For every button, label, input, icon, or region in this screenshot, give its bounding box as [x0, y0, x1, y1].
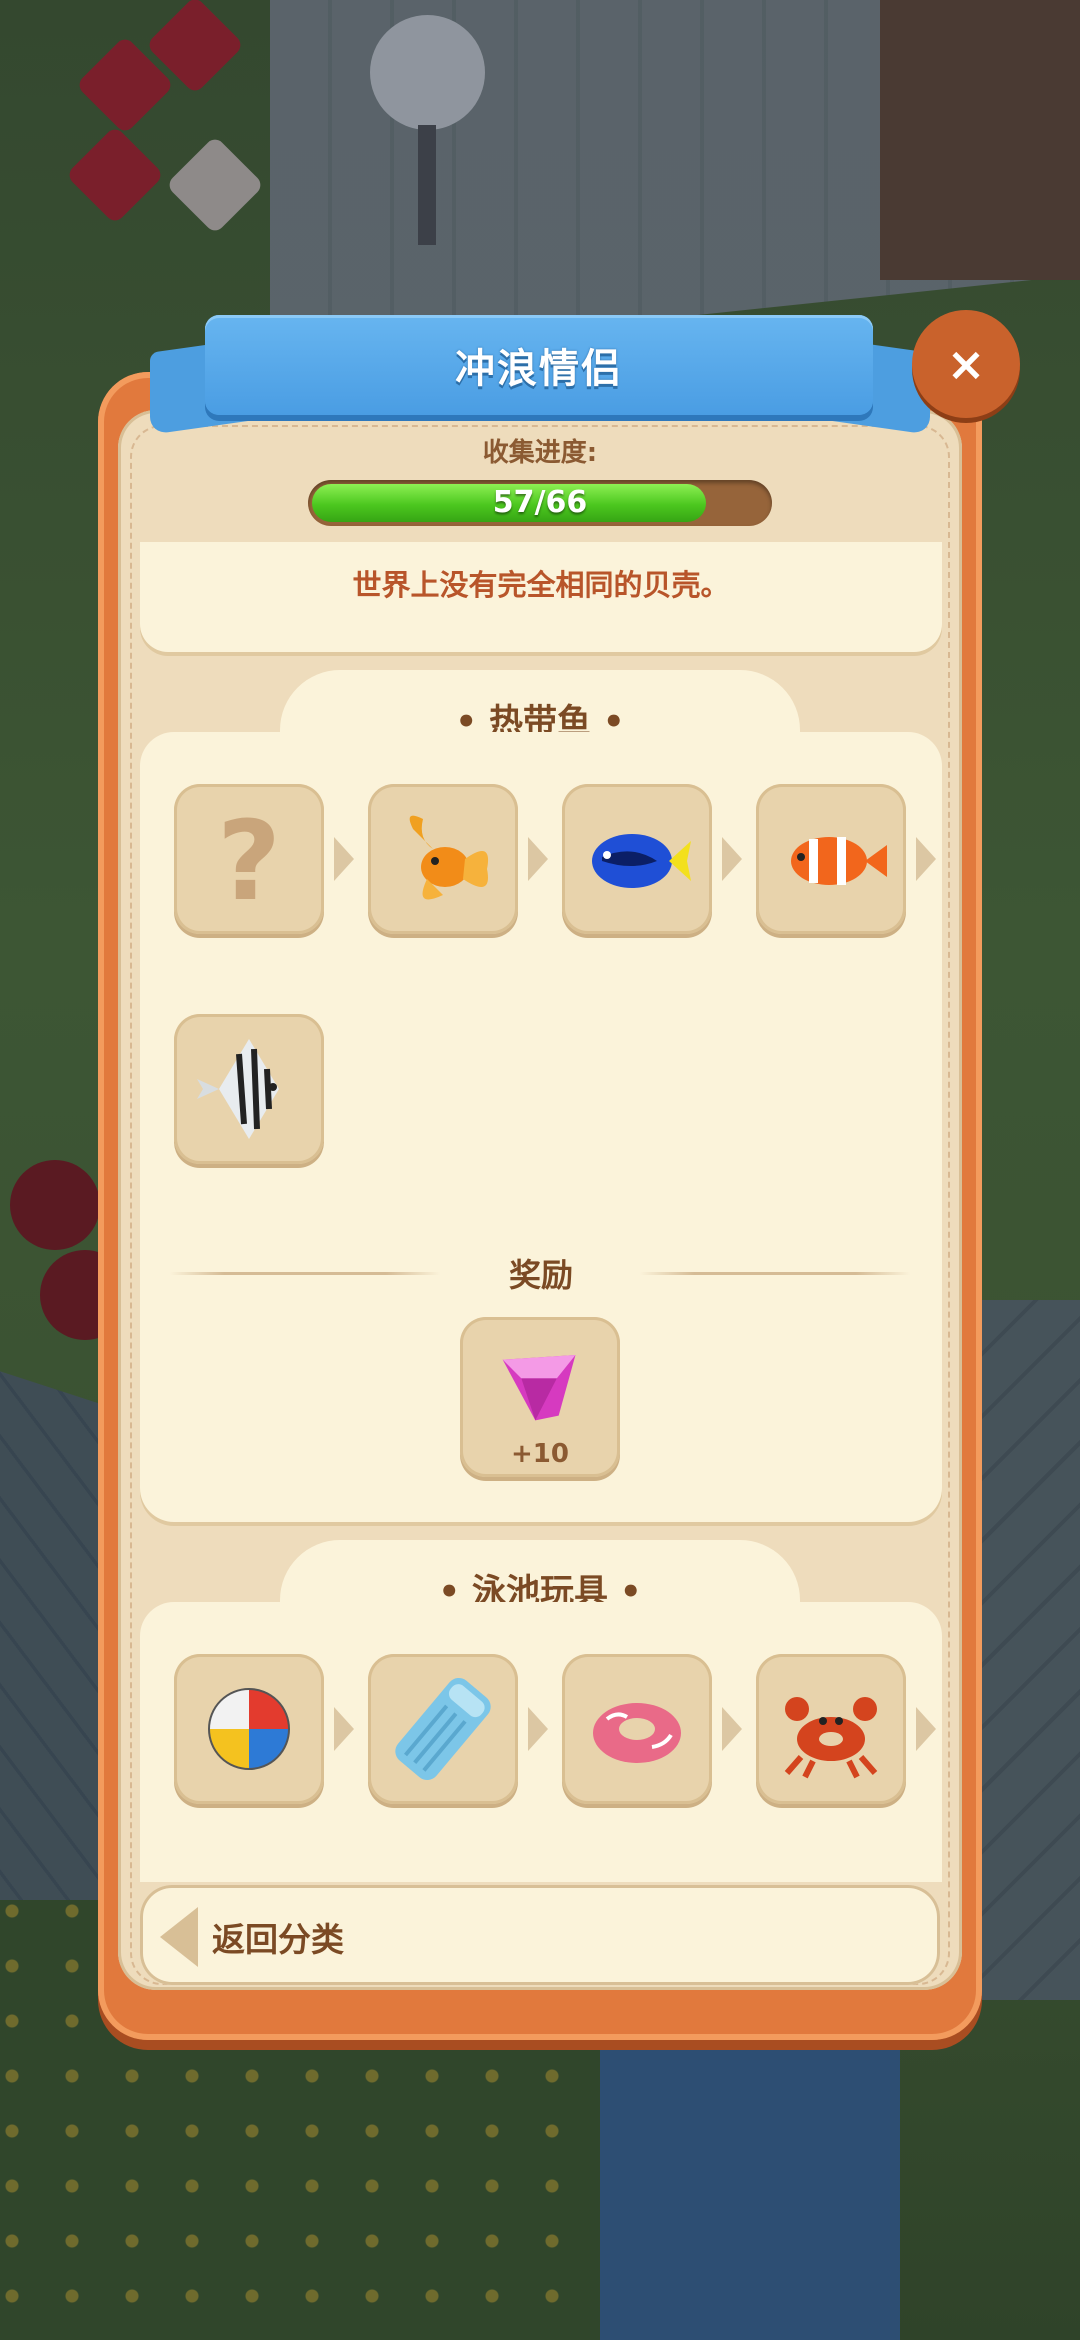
reward-label: 奖励	[508, 1256, 573, 1294]
collection-slot-locked[interactable]: ?	[174, 784, 324, 934]
modal-title: 冲浪情侣	[455, 346, 623, 392]
collection-slot[interactable]	[174, 1654, 324, 1804]
collection-slot[interactable]	[562, 1654, 712, 1804]
close-icon: ×	[946, 337, 986, 391]
chevron-right-icon	[528, 837, 548, 881]
reward-slot[interactable]: +10	[460, 1317, 620, 1477]
clownfish-icon	[791, 837, 887, 885]
svg-text:?: ?	[217, 799, 281, 919]
section-card: ? 奖励 +10	[140, 732, 942, 1522]
progress-bar: 57/66	[308, 480, 772, 526]
progress-text: 57/66	[492, 485, 588, 520]
chevron-right-icon	[334, 1707, 354, 1751]
goldfish-icon	[409, 815, 489, 900]
chevron-right-icon	[722, 837, 742, 881]
pool-float-mattress-icon	[395, 1678, 491, 1780]
chevron-right-icon	[528, 1707, 548, 1751]
chevron-right-icon	[334, 837, 354, 881]
chevron-right-icon	[722, 1707, 742, 1751]
collection-slot[interactable]	[368, 1654, 518, 1804]
collection-slot[interactable]	[756, 1654, 906, 1804]
collection-slot[interactable]	[562, 784, 712, 934]
chevron-right-icon	[916, 837, 936, 881]
description-text: 世界上没有完全相同的贝壳。	[352, 568, 730, 602]
blue-tang-fish-icon	[592, 834, 691, 888]
chevron-right-icon	[916, 1707, 936, 1751]
back-label: 返回分类	[212, 1920, 344, 1959]
collection-scroll-area[interactable]: 世界上没有完全相同的贝壳。 • 热带鱼 • ? 奖励 +10 • 泳池玩具 •	[138, 542, 944, 1882]
swim-ring-icon	[593, 1703, 681, 1763]
section-card	[140, 1602, 942, 1882]
progress-label: 收集进度:	[482, 438, 598, 468]
pink-gem-icon	[502, 1355, 576, 1421]
description-card: 世界上没有完全相同的贝壳。	[140, 542, 942, 652]
close-button[interactable]: ×	[912, 310, 1020, 418]
reward-amount: +10	[511, 1439, 569, 1469]
collection-slot[interactable]	[174, 1014, 324, 1164]
back-to-categories-button[interactable]: 返回分类	[140, 1885, 940, 1985]
collection-slot[interactable]	[756, 784, 906, 934]
title-ribbon: 冲浪情侣	[205, 315, 873, 415]
question-mark-icon: ?	[217, 799, 281, 919]
crab-float-icon	[784, 1697, 878, 1779]
beach-ball-icon	[208, 1688, 290, 1770]
collection-slot[interactable]	[368, 784, 518, 934]
angelfish-icon	[197, 1039, 279, 1139]
back-arrow-icon	[160, 1907, 198, 1967]
